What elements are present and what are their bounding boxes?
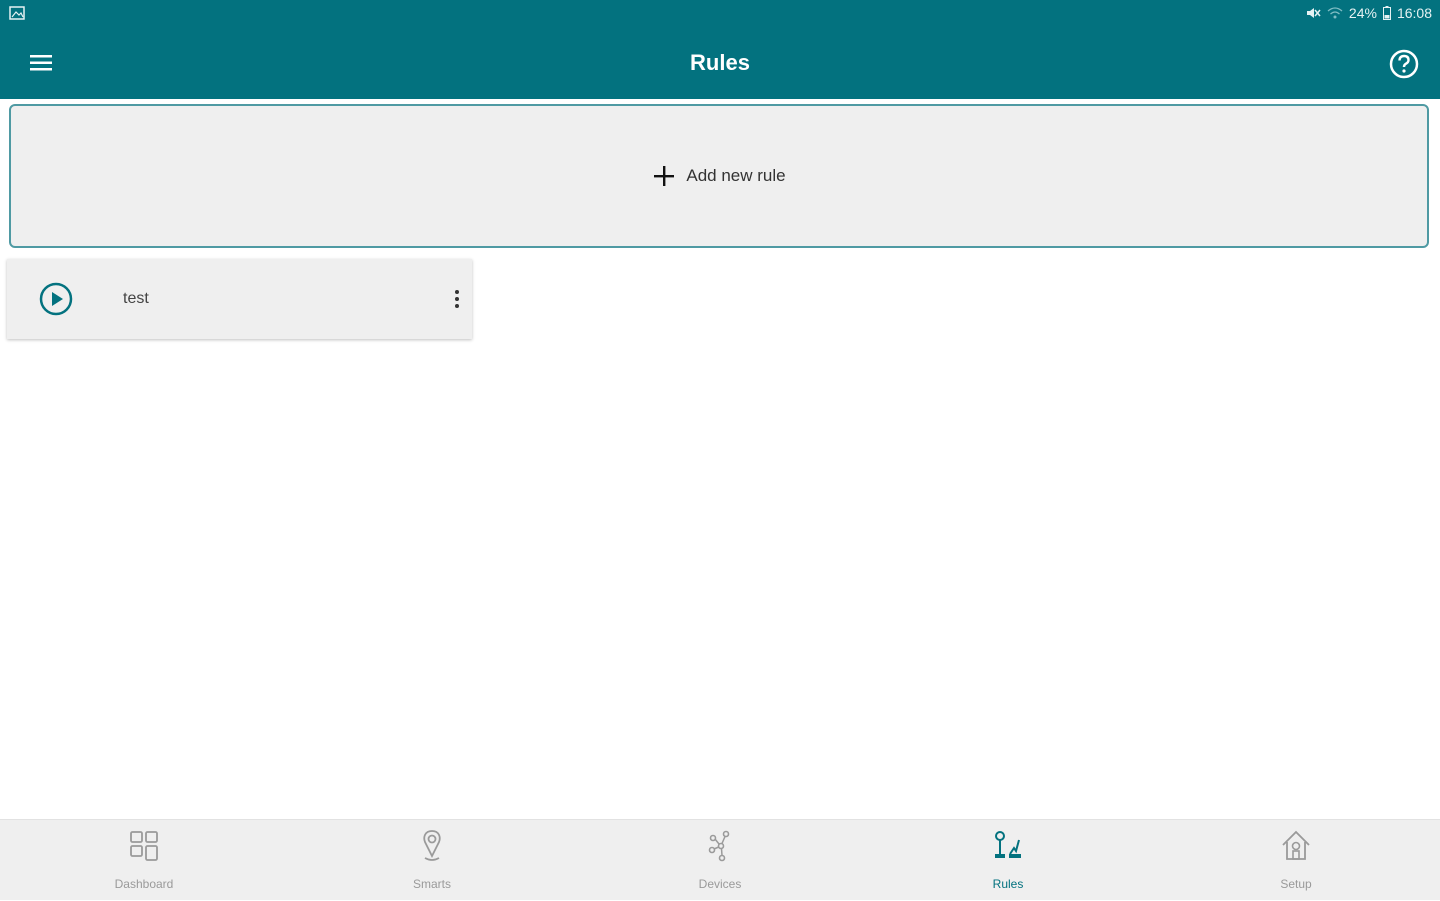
play-icon[interactable] (38, 281, 74, 317)
image-notification-icon (9, 6, 25, 20)
clock: 16:08 (1396, 5, 1432, 21)
nav-item-setup[interactable]: Setup (1152, 820, 1440, 901)
smarts-icon (423, 830, 441, 861)
mute-icon (1306, 8, 1321, 18)
add-rule-button[interactable]: Add new rule (9, 104, 1429, 248)
rule-name: test (123, 290, 149, 307)
nav-label-setup: Setup (1280, 877, 1312, 891)
help-icon[interactable] (1387, 47, 1421, 81)
nav-label-smarts: Smarts (412, 877, 451, 891)
more-options-icon[interactable] (446, 283, 468, 315)
rules-icon (995, 831, 1021, 858)
bottom-navigation: Dashboard Smarts Devices Rules Setup (0, 819, 1440, 900)
nav-label-devices: Devices (698, 877, 742, 891)
nav-item-devices[interactable]: Devices (576, 820, 864, 901)
nav-label-dashboard: Dashboard (114, 877, 174, 891)
rule-card[interactable]: test (7, 259, 472, 339)
setup-icon (1282, 830, 1310, 860)
status-bar: 24% 16:08 (0, 0, 1440, 28)
dashboard-icon (130, 831, 158, 861)
page-title: Rules (690, 50, 750, 75)
nav-label-rules: Rules (992, 877, 1024, 891)
nav-item-dashboard[interactable]: Dashboard (0, 820, 288, 901)
battery-icon (1382, 6, 1391, 20)
nav-item-smarts[interactable]: Smarts (288, 820, 576, 901)
devices-icon (708, 830, 730, 862)
add-rule-label: Add new rule (686, 166, 786, 185)
plus-icon (654, 166, 675, 186)
app-bar: 24% 16:08 Rules (0, 0, 1440, 99)
nav-item-rules[interactable]: Rules (864, 820, 1152, 901)
wifi-icon (1327, 7, 1343, 19)
battery-percent: 24% (1348, 5, 1377, 21)
